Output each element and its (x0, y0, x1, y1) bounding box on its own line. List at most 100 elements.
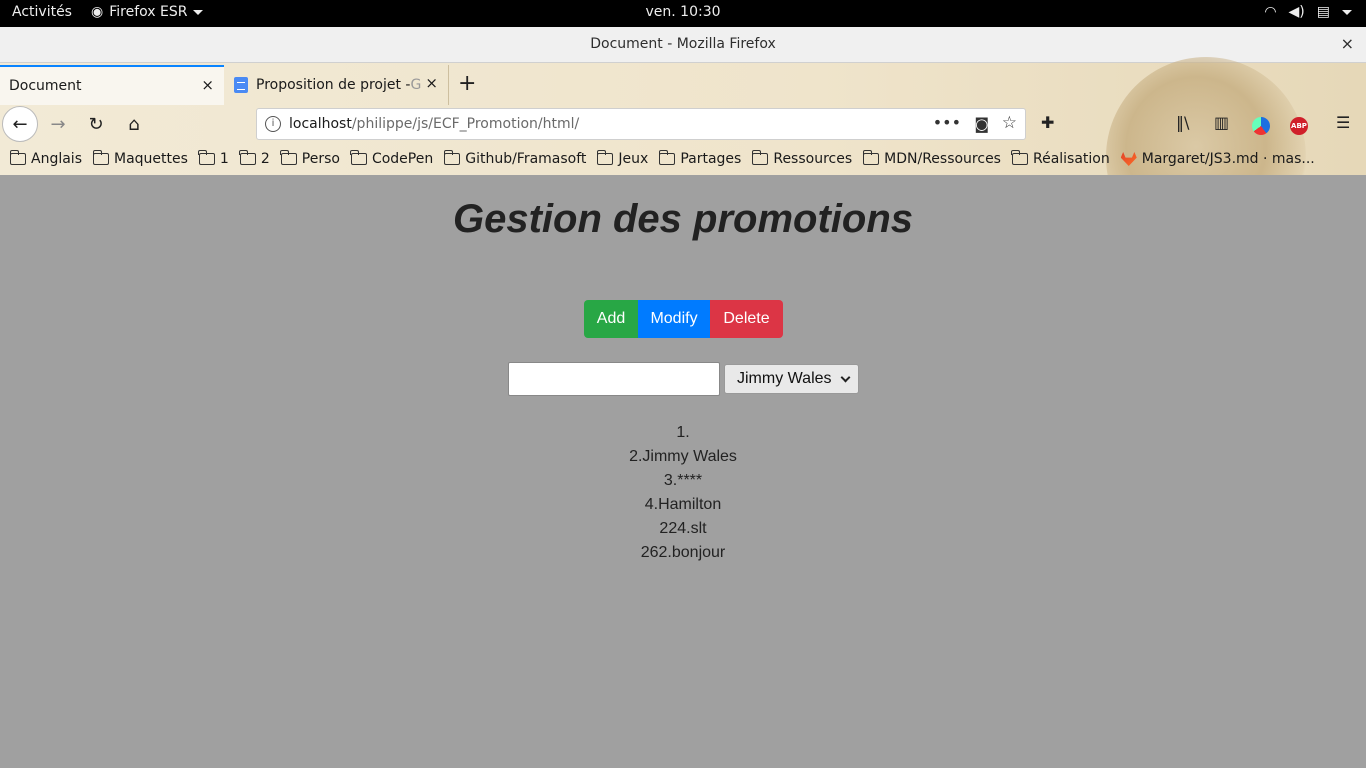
gitlab-icon (1120, 152, 1137, 166)
select-value: Jimmy Wales (737, 370, 832, 387)
bookmark-label: Anglais (31, 151, 82, 167)
tab-proposition[interactable]: Proposition de projet - G × (225, 65, 449, 105)
browser-chrome: Document × Proposition de projet - G × +… (0, 57, 1366, 257)
list-item: 262.bonjour (640, 544, 726, 561)
bookmark-star-icon[interactable]: ☆ (1002, 113, 1017, 133)
new-tab-button[interactable]: + (458, 71, 476, 96)
page-title: Gestion des promotions (452, 197, 914, 241)
library-icon[interactable]: ‖\ (1176, 113, 1189, 132)
folder-icon (280, 150, 297, 165)
promotion-list: 1. 2.Jimmy Wales 3.**** 4.Hamilton 224.s… (0, 421, 1366, 565)
arrow-right-icon: → (50, 113, 66, 135)
clock[interactable]: ven. 10:30 (645, 4, 720, 20)
bookmark-label: CodePen (371, 151, 434, 167)
tab-label: Proposition de projet - (256, 77, 411, 93)
person-select[interactable]: Jimmy Wales (724, 364, 859, 394)
pocket-icon[interactable]: ◙ (974, 115, 989, 133)
tab-strip: Document × Proposition de projet - G × + (0, 63, 1366, 105)
system-top-bar: Activités ◉ Firefox ESR ven. 10:30 ◠ ◀) … (0, 0, 1366, 27)
bookmark-item[interactable]: Perso (280, 150, 340, 167)
folder-icon (658, 150, 676, 165)
folder-icon (443, 150, 461, 165)
system-tray[interactable]: ◠ ◀) ▤ (1264, 4, 1352, 20)
url-host: localhost (289, 116, 352, 132)
list-item: 1. (676, 424, 690, 441)
bookmark-label: Réalisation (1032, 151, 1110, 167)
page-actions-icon[interactable]: ••• (933, 113, 961, 132)
bookmark-item[interactable]: 1 (198, 150, 229, 167)
delete-button[interactable]: Delete (710, 300, 783, 338)
bookmark-item[interactable]: Anglais (9, 150, 82, 167)
folder-icon (350, 150, 367, 165)
tab-close-button[interactable]: × (201, 76, 214, 94)
bookmark-item[interactable]: CodePen (350, 150, 434, 167)
volume-icon: ◀) (1288, 4, 1305, 20)
folder-icon (239, 150, 256, 165)
url-text[interactable]: localhost/philippe/js/ECF_Promotion/html… (289, 116, 579, 132)
navigation-toolbar: ← → ↻ ⌂ i localhost/philippe/js/ECF_Prom… (0, 105, 1366, 143)
action-button-group: Add Modify Delete (584, 300, 783, 338)
tab-document[interactable]: Document × (0, 65, 224, 105)
bookmark-item[interactable]: MDN/Ressources (862, 150, 1001, 167)
app-menu-label: Firefox ESR (109, 4, 188, 20)
forward-button[interactable]: → (41, 107, 75, 141)
list-item: 2.Jimmy Wales (629, 448, 737, 465)
add-button[interactable]: Add (584, 300, 638, 338)
info-icon[interactable]: i (265, 116, 281, 132)
folder-icon (751, 150, 769, 165)
clipboard-icon: ▤ (1316, 4, 1330, 20)
name-input[interactable] (508, 362, 720, 396)
folder-icon (862, 150, 880, 165)
page-content: Gestion des promotions Add Modify Delete… (0, 175, 1366, 768)
home-button[interactable]: ⌂ (117, 107, 151, 141)
bookmark-item[interactable]: Partages (658, 150, 742, 167)
bookmark-label: Maquettes (114, 151, 188, 167)
sidebar-icon[interactable]: ▥ (1214, 113, 1229, 132)
bookmark-item[interactable]: Ressources (751, 150, 853, 167)
wifi-icon: ◠ (1264, 4, 1277, 20)
activities-button[interactable]: Activités (12, 4, 72, 20)
app-menu[interactable]: ◉ Firefox ESR (91, 4, 204, 20)
modify-button[interactable]: Modify (638, 300, 710, 338)
folder-icon (198, 150, 215, 165)
url-path: /philippe/js/ECF_Promotion/html/ (351, 116, 580, 132)
window-title: Document - Mozilla Firefox (590, 36, 776, 52)
firefox-icon: ◉ (91, 4, 104, 20)
bookmark-item[interactable]: Github/Framasoft (443, 150, 587, 167)
tab-label-fade: G (410, 77, 422, 93)
bookmark-item[interactable]: Maquettes (92, 150, 188, 167)
google-docs-icon (234, 77, 248, 93)
bookmark-item[interactable]: Margaret/JS3.md · mas... (1120, 151, 1315, 167)
bookmark-label: Partages (680, 151, 742, 167)
bookmark-label: MDN/Ressources (884, 151, 1001, 167)
bookmark-item[interactable]: Jeux (596, 150, 648, 167)
bookmark-label: Margaret/JS3.md · mas... (1141, 151, 1315, 167)
chevron-down-icon (1342, 9, 1352, 15)
bookmark-label: Perso (301, 151, 340, 167)
bookmark-item[interactable]: 2 (239, 150, 270, 167)
bookmark-label: Ressources (773, 151, 853, 167)
tab-label: Document (9, 78, 82, 94)
tab-close-button[interactable]: × (425, 74, 438, 92)
reload-icon: ↻ (88, 113, 104, 135)
folder-icon (596, 150, 614, 165)
reload-button[interactable]: ↻ (79, 107, 113, 141)
arrow-left-icon: ← (12, 113, 28, 135)
address-bar[interactable]: i localhost/philippe/js/ECF_Promotion/ht… (256, 108, 1026, 140)
adblock-plus-icon[interactable]: ABP (1290, 117, 1308, 135)
bookmark-item[interactable]: Réalisation (1011, 150, 1110, 167)
back-button[interactable]: ← (2, 106, 38, 142)
bookmarks-toolbar: Anglais Maquettes 1 2 Perso CodePen Gith… (0, 143, 1366, 175)
chevron-down-icon (840, 372, 850, 382)
list-item: 4.Hamilton (644, 496, 722, 513)
folder-icon (92, 150, 109, 165)
bookmark-label: Github/Framasoft (465, 151, 587, 167)
chevron-down-icon (193, 9, 204, 15)
window-title-bar: Document - Mozilla Firefox × (0, 27, 1366, 63)
hamburger-menu-icon[interactable]: ☰ (1336, 113, 1350, 132)
bookmark-label: 1 (219, 151, 229, 167)
extension-icon[interactable] (1252, 117, 1270, 135)
folder-icon (1011, 150, 1028, 165)
extensions-puzzle-icon[interactable]: ✚ (1041, 113, 1054, 132)
window-close-button[interactable]: × (1341, 34, 1354, 53)
